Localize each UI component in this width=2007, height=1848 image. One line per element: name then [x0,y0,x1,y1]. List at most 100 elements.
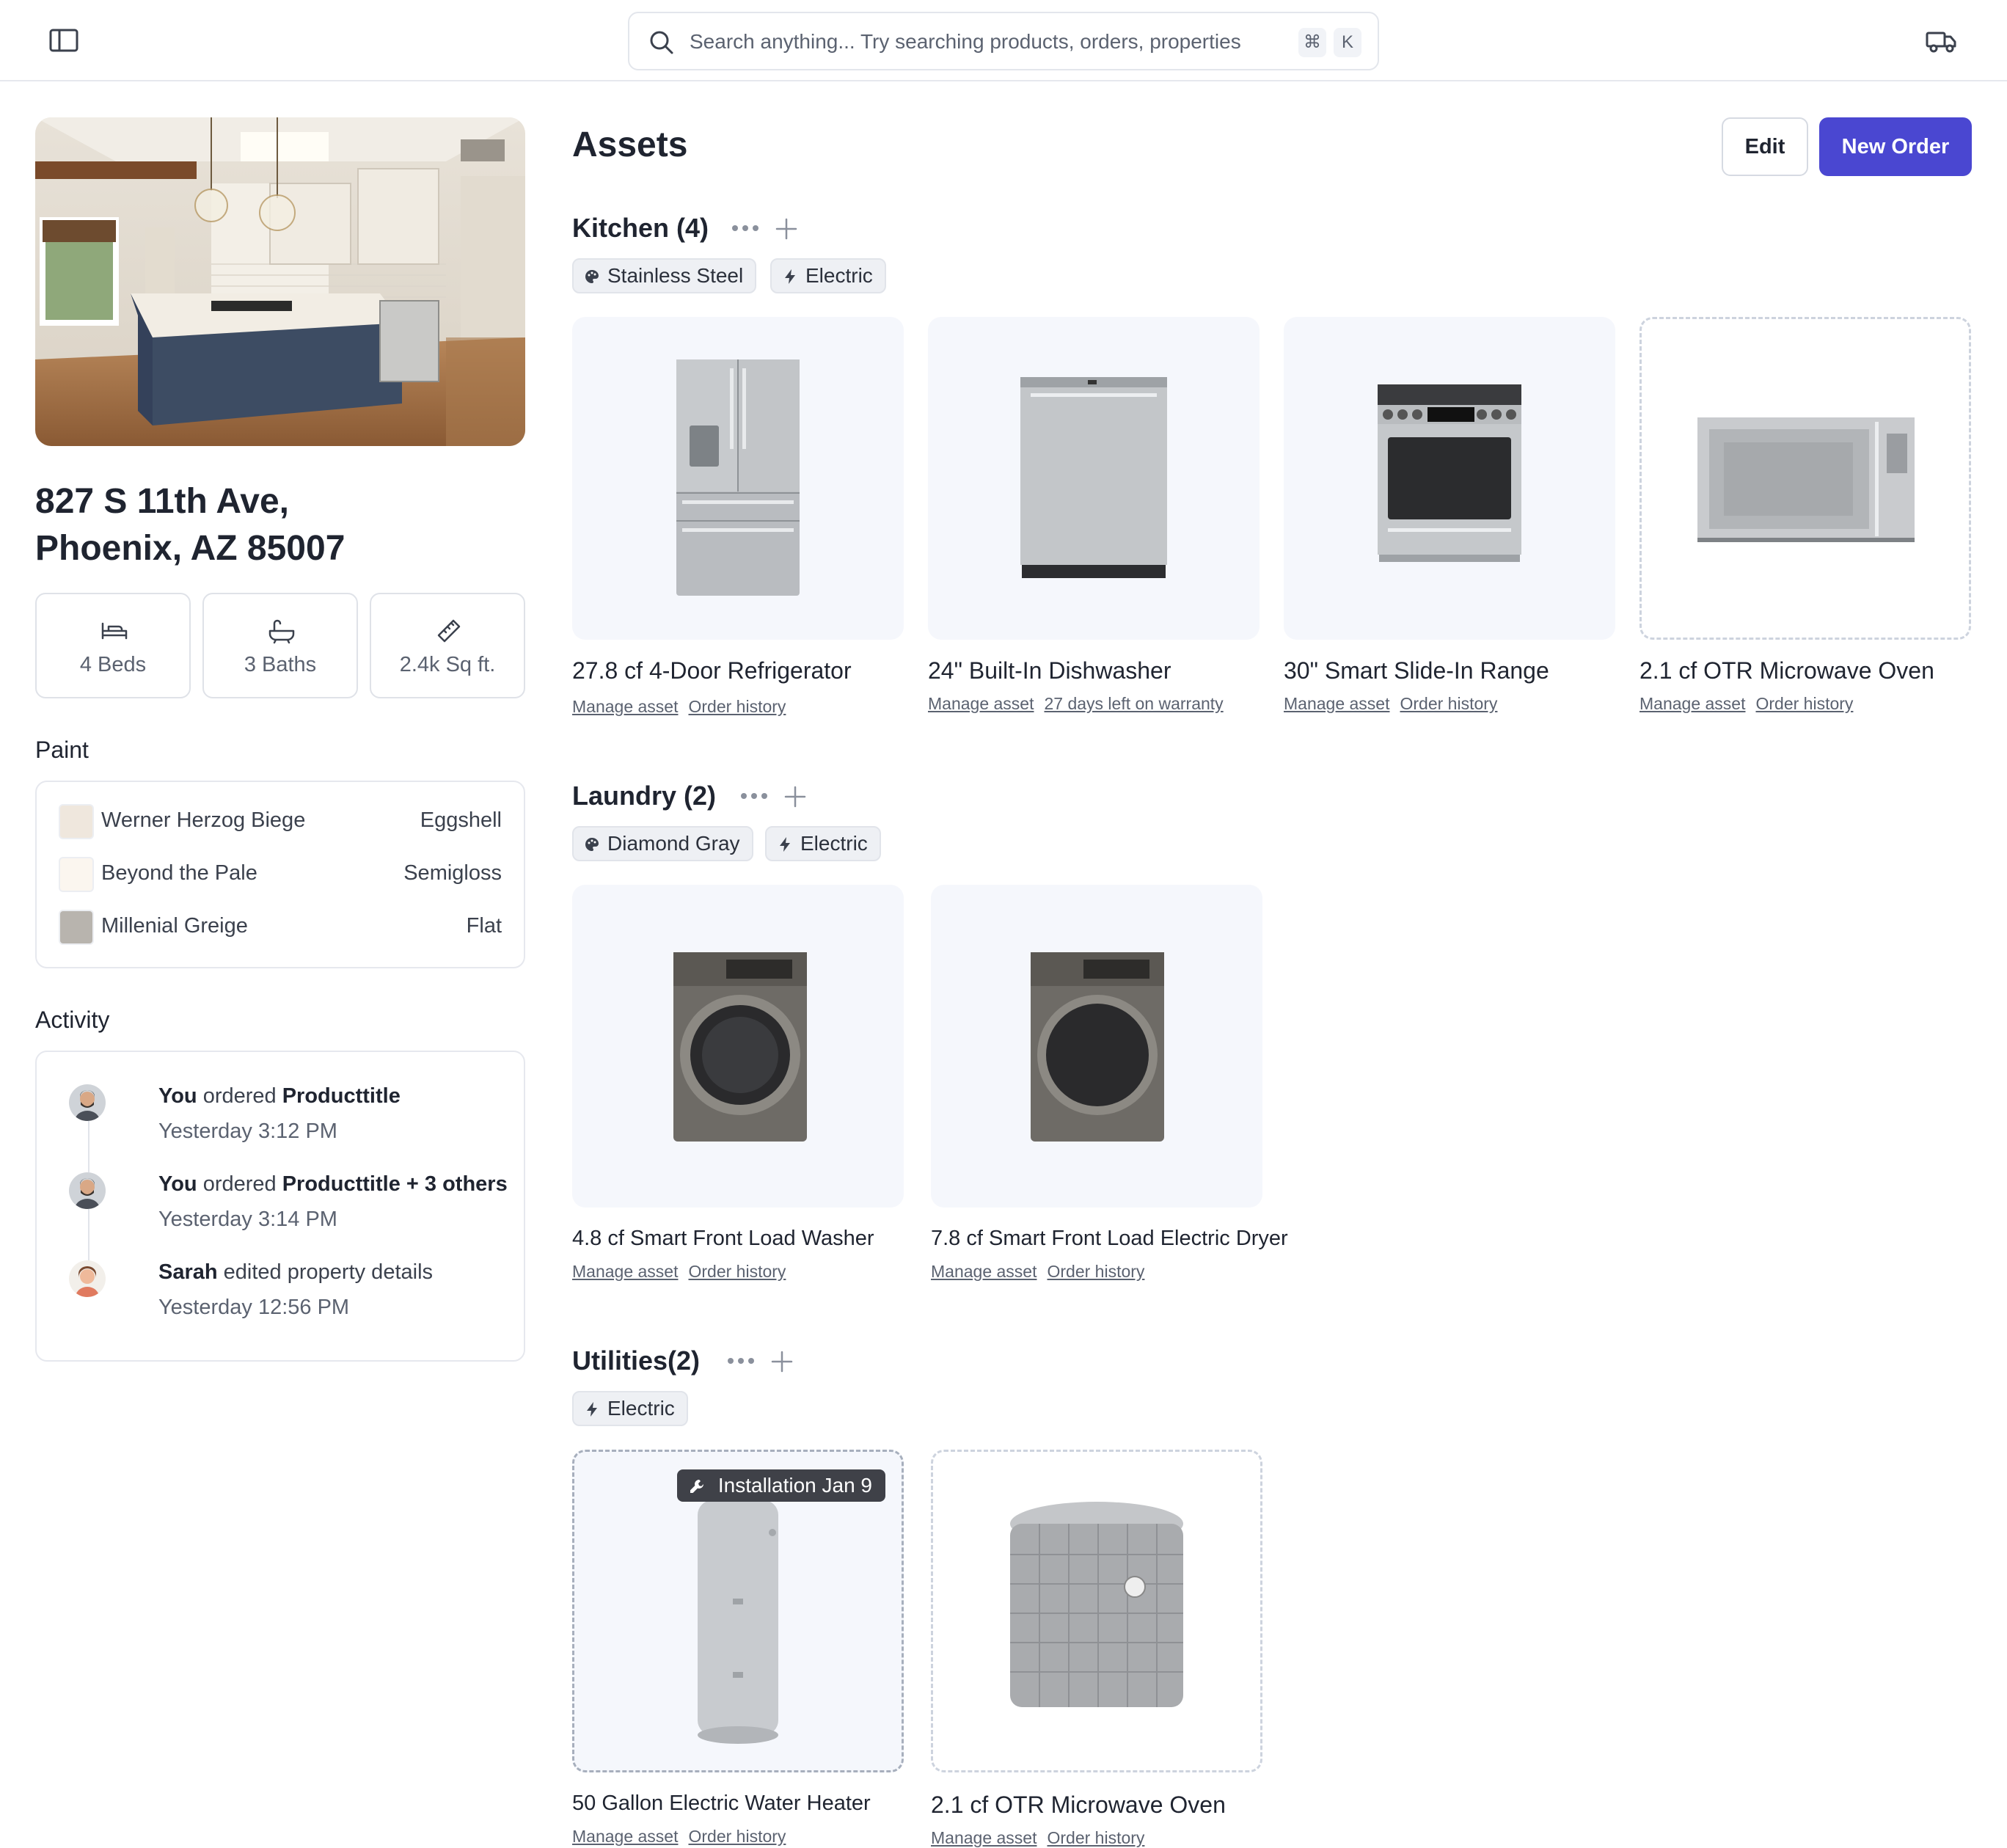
tag-power[interactable]: Electric [765,826,881,861]
more-options-icon[interactable] [731,221,760,235]
add-asset-icon[interactable] [770,1350,794,1373]
manage-asset-link[interactable]: Manage asset [572,1827,678,1846]
tag-label: Electric [800,832,868,855]
activity-verb: ordered [202,1172,277,1196]
stat-baths-label: 3 Baths [244,653,317,676]
address-line-2: Phoenix, AZ 85007 [35,529,346,568]
activity-actor: You [158,1084,197,1108]
ac-condenser-image [1010,1502,1183,1707]
asset-links: Manage asset 27 days left on warranty [928,694,1234,714]
order-history-link[interactable]: Order history [1400,694,1497,713]
dishwasher-image [1020,377,1167,578]
tag-finish[interactable]: Diamond Gray [572,826,753,861]
manage-asset-link[interactable]: Manage asset [928,694,1034,713]
asset-card-washer[interactable] [572,885,904,1208]
paint-finish: Flat [466,914,502,938]
tag-power[interactable]: Electric [770,258,886,293]
manage-asset-link[interactable]: Manage asset [1284,694,1389,713]
bath-icon [268,619,295,644]
more-options-icon[interactable] [726,1354,756,1368]
manage-asset-link[interactable]: Manage asset [1639,694,1745,713]
manage-asset-link[interactable]: Manage asset [572,697,678,716]
asset-card-water-heater[interactable]: Installation Jan 9 [572,1450,904,1772]
activity-time: Yesterday 12:56 PM [158,1296,350,1319]
add-asset-icon[interactable] [783,785,807,808]
sidebar-toggle-icon[interactable] [48,26,81,56]
paint-swatch [59,910,94,945]
new-order-button[interactable]: New Order [1819,117,1972,176]
asset-name: 24" Built-In Dishwasher [928,657,1171,684]
asset-card-range[interactable] [1284,317,1615,640]
asset-links: Manage asset Order history [572,697,796,717]
activity-object: Producttitle + 3 others [282,1172,508,1196]
paint-row[interactable]: Beyond the Pale Semigloss [59,857,502,892]
activity-actor: Sarah [158,1260,218,1284]
dryer-image [1031,952,1164,1142]
asset-name: 2.1 cf OTR Microwave Oven [1639,657,1934,684]
palette-icon [585,838,599,851]
global-search[interactable]: ⌘ K [628,12,1379,70]
paint-swatch [59,804,94,839]
property-address: 827 S 11th Ave, Phoenix, AZ 85007 [35,478,534,572]
order-history-link[interactable]: Order history [1047,1262,1144,1281]
section-title-laundry: Laundry (2) [572,781,717,811]
more-options-icon[interactable] [739,789,769,803]
stat-beds-label: 4 Beds [79,653,147,676]
asset-card-condenser[interactable] [931,1450,1262,1772]
bolt-icon [587,1402,597,1417]
paint-name: Beyond the Pale [101,861,257,885]
asset-name: 50 Gallon Electric Water Heater [572,1792,871,1815]
manage-asset-link[interactable]: Manage asset [572,1262,678,1281]
section-title-utilities: Utilities(2) [572,1345,701,1376]
property-photo [35,117,525,446]
order-history-link[interactable]: Order history [1755,694,1853,713]
activity-object: Producttitle [282,1084,401,1108]
tag-label: Diamond Gray [607,832,740,855]
asset-name: 27.8 cf 4-Door Refrigerator [572,657,852,684]
stat-beds: 4 Beds [35,593,191,698]
activity-actor: You [158,1172,197,1196]
tag-finish[interactable]: Stainless Steel [572,258,757,293]
search-icon [650,31,673,54]
add-asset-icon[interactable] [775,217,798,241]
activity-time: Yesterday 3:12 PM [158,1120,337,1143]
asset-card-dryer[interactable] [931,885,1262,1208]
order-history-link[interactable]: Order history [688,1262,786,1281]
manage-asset-link[interactable]: Manage asset [931,1828,1037,1847]
activity-verb: ordered [202,1084,277,1108]
paint-swatch [59,857,94,892]
paint-row[interactable]: Millenial Greige Flat [59,910,502,945]
paint-name: Werner Herzog Biege [101,808,306,832]
stat-area-label: 2.4k Sq ft. [399,653,496,676]
manage-asset-link[interactable]: Manage asset [931,1262,1037,1281]
asset-links: Manage asset Order history [1284,694,1507,714]
activity-heading: Activity [35,1007,110,1033]
paint-row[interactable]: Werner Herzog Biege Eggshell [59,804,502,839]
activity-verb: edited property details [223,1260,434,1284]
search-input[interactable] [688,23,1275,60]
paint-heading: Paint [35,737,89,763]
asset-name: 7.8 cf Smart Front Load Electric Dryer [931,1227,1288,1250]
asset-card-refrigerator[interactable] [572,317,904,640]
palette-icon [585,270,599,283]
asset-links: Manage asset Order history [931,1828,1155,1848]
asset-card-dishwasher[interactable] [928,317,1260,640]
warranty-link[interactable]: 27 days left on warranty [1044,694,1223,713]
section-title-kitchen: Kitchen (4) [572,213,709,243]
truck-icon[interactable] [1925,25,1957,57]
shortcut-key-k: K [1334,28,1361,57]
tag-power[interactable]: Electric [572,1391,688,1426]
page-title: Assets [572,125,688,164]
order-history-link[interactable]: Order history [688,1827,786,1846]
order-history-link[interactable]: Order history [1047,1828,1144,1847]
installation-badge-label: Installation Jan 9 [717,1474,872,1497]
paint-finish: Semigloss [403,861,502,885]
paint-list: Werner Herzog Biege Eggshell Beyond the … [35,781,525,968]
edit-button[interactable]: Edit [1722,117,1808,176]
avatar [69,1084,106,1121]
refrigerator-image [676,359,800,596]
paint-finish: Eggshell [420,808,502,832]
asset-links: Manage asset Order history [931,1262,1155,1282]
asset-card-microwave[interactable] [1639,317,1971,640]
order-history-link[interactable]: Order history [688,697,786,716]
